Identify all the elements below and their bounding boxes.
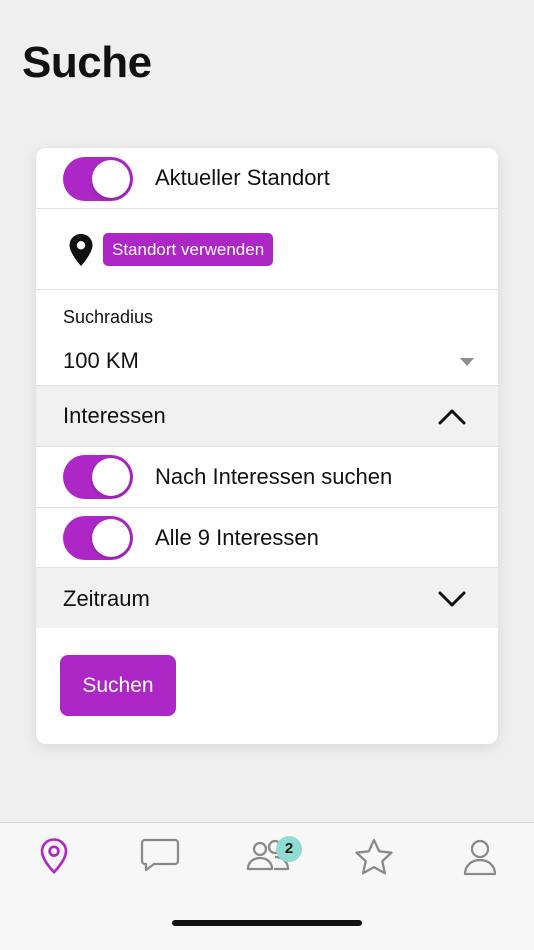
current-location-row: Aktueller Standort bbox=[36, 148, 498, 209]
current-location-toggle[interactable] bbox=[63, 157, 133, 201]
search-radius-row[interactable]: Suchradius 100 KM bbox=[36, 290, 498, 386]
bottom-tab-bar: 2 bbox=[0, 822, 534, 950]
contacts-badge: 2 bbox=[276, 836, 302, 862]
profile-icon bbox=[455, 837, 505, 877]
timeframe-section-label: Zeitraum bbox=[63, 586, 150, 611]
home-indicator bbox=[172, 920, 362, 926]
interests-section-header[interactable]: Interessen bbox=[36, 386, 498, 447]
search-by-interests-toggle[interactable] bbox=[63, 455, 133, 499]
use-location-row: Standort verwenden bbox=[36, 209, 498, 290]
chevron-down-icon[interactable] bbox=[438, 590, 466, 613]
search-by-interests-label: Nach Interessen suchen bbox=[155, 464, 393, 489]
toggle-knob bbox=[92, 160, 130, 198]
chevron-up-icon[interactable] bbox=[438, 407, 466, 430]
timeframe-section-header[interactable]: Zeitraum bbox=[36, 568, 498, 628]
tab-chat[interactable] bbox=[135, 837, 185, 881]
search-button[interactable]: Suchen bbox=[60, 655, 176, 716]
tab-profile[interactable] bbox=[455, 837, 505, 881]
search-radius-label: Suchradius bbox=[63, 307, 154, 327]
interests-section-label: Interessen bbox=[63, 403, 166, 428]
map-pin-icon bbox=[29, 837, 79, 875]
all-interests-toggle[interactable] bbox=[63, 516, 133, 560]
star-icon bbox=[349, 837, 399, 877]
search-filter-card: Aktueller Standort Standort verwenden Su… bbox=[36, 148, 498, 744]
search-by-interests-row: Nach Interessen suchen bbox=[36, 447, 498, 508]
toggle-knob bbox=[92, 519, 130, 557]
all-interests-row: Alle 9 Interessen bbox=[36, 508, 498, 568]
chat-bubble-icon bbox=[135, 837, 185, 873]
all-interests-label: Alle 9 Interessen bbox=[155, 525, 319, 550]
use-location-button[interactable]: Standort verwenden bbox=[103, 233, 274, 266]
tab-map[interactable] bbox=[29, 837, 79, 881]
map-pin-icon bbox=[68, 233, 94, 272]
page-title: Suche bbox=[22, 38, 152, 87]
tab-favorites[interactable] bbox=[349, 837, 399, 881]
current-location-label: Aktueller Standort bbox=[155, 165, 330, 190]
search-radius-value[interactable]: 100 KM bbox=[63, 348, 139, 374]
toggle-knob bbox=[92, 458, 130, 496]
dropdown-caret-icon[interactable] bbox=[460, 358, 474, 366]
